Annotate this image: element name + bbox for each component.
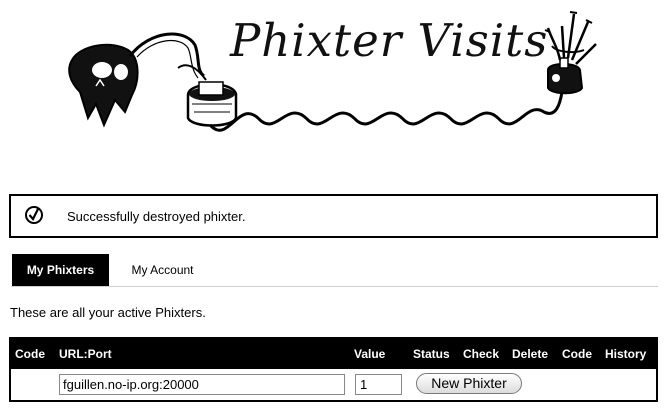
tab-bar: My Phixters My Account <box>11 254 658 287</box>
phixters-table: Code URL:Port Value Status Check Delete … <box>9 337 658 402</box>
value-input[interactable] <box>355 374 402 395</box>
column-header-status: Status <box>413 347 450 361</box>
flash-message: Successfully destroyed phixter. <box>9 194 658 238</box>
column-header-value: Value <box>354 347 386 361</box>
check-circle-icon <box>25 206 43 224</box>
flash-message-text: Successfully destroyed phixter. <box>67 209 246 224</box>
tab-my-account[interactable]: My Account <box>115 254 210 286</box>
table-header: Code URL:Port Value Status Check Delete … <box>11 339 656 369</box>
tab-my-phixters[interactable]: My Phixters <box>12 254 109 286</box>
column-header-history: History <box>605 347 647 361</box>
column-header-url-port: URL:Port <box>59 347 112 361</box>
new-phixter-button[interactable]: New Phixter <box>416 373 522 394</box>
column-header-delete: Delete <box>512 347 549 361</box>
column-header-code-2: Code <box>562 347 592 361</box>
column-header-code: Code <box>15 347 45 361</box>
site-header: Phixter Visits <box>0 0 668 150</box>
site-title: Phixter Visits <box>230 14 549 67</box>
column-header-check: Check <box>463 347 500 361</box>
intro-text: These are all your active Phixters. <box>10 305 206 320</box>
url-port-input[interactable] <box>59 374 345 395</box>
table-row: New Phixter <box>11 369 656 400</box>
